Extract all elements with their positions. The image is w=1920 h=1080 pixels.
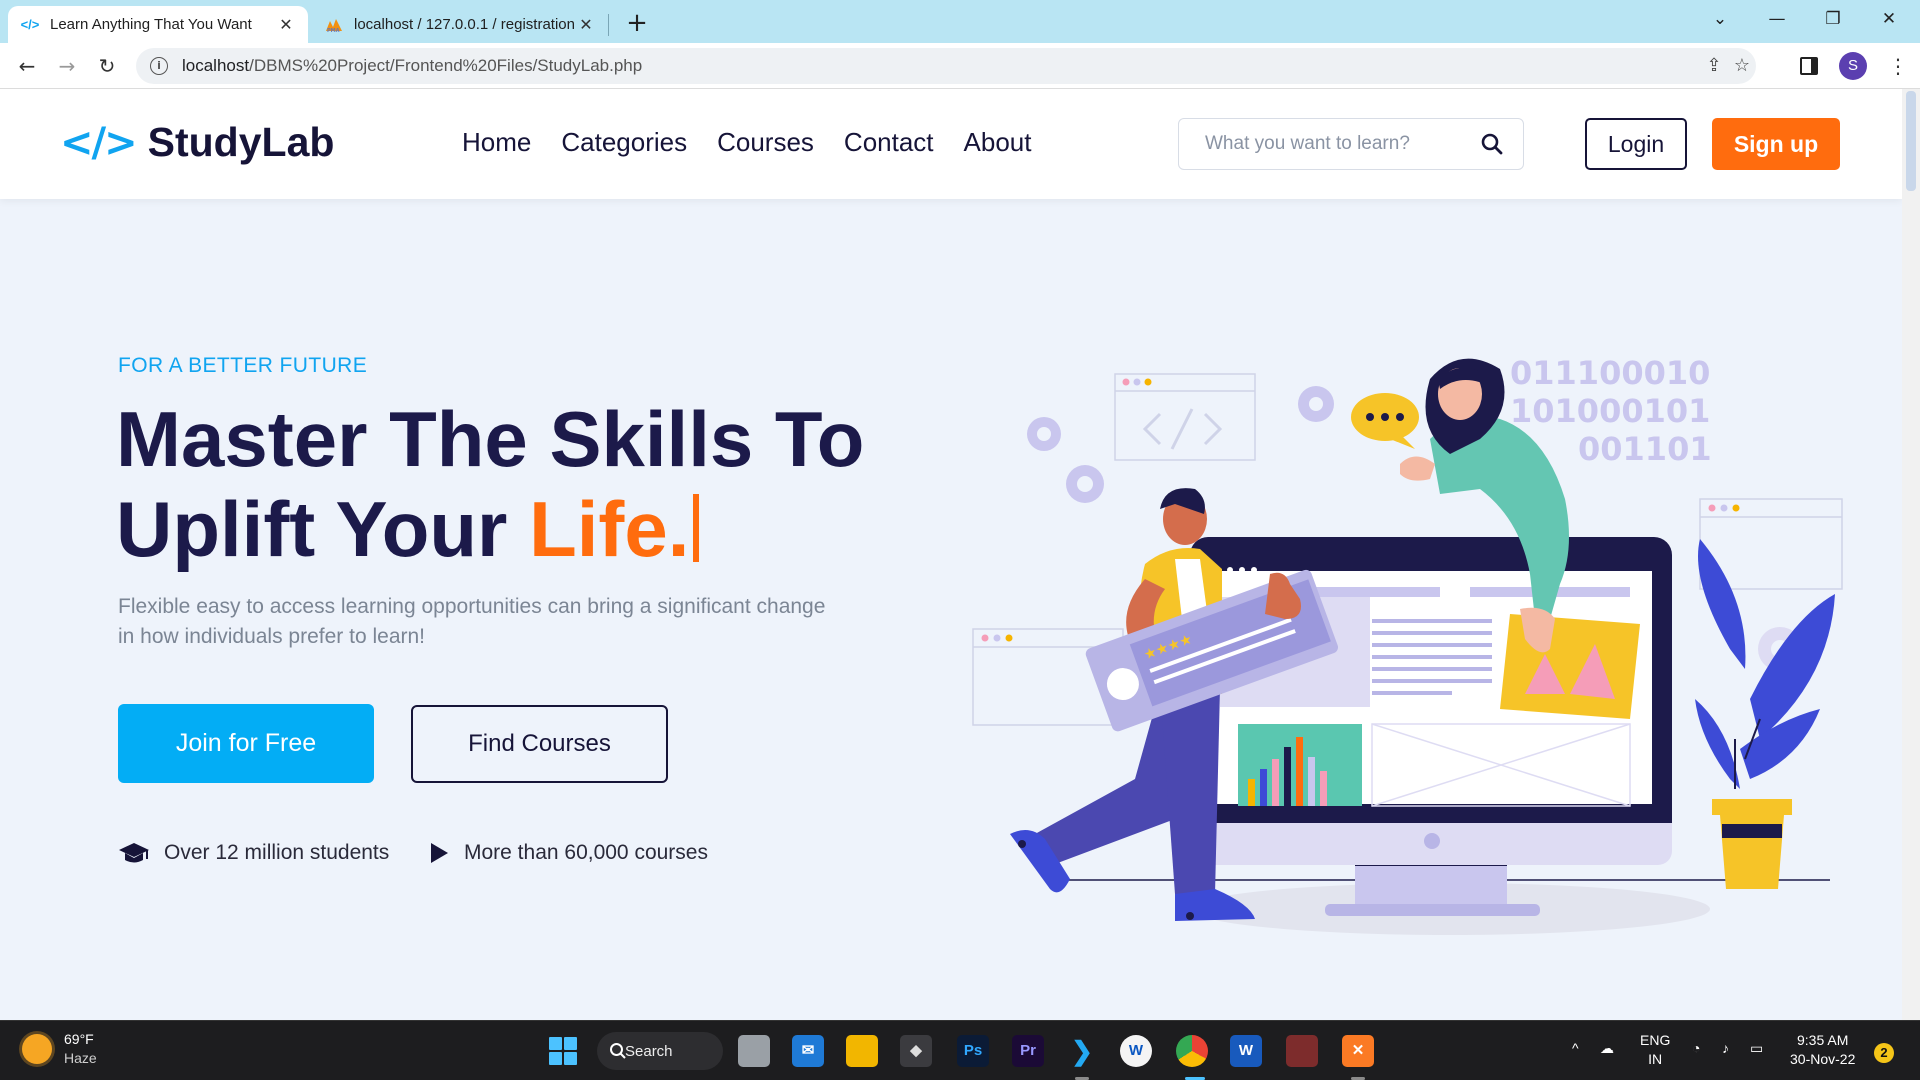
language-indicator[interactable]: ENG IN xyxy=(1640,1031,1670,1069)
site-logo[interactable]: </> StudyLab xyxy=(60,119,334,166)
nav-about[interactable]: About xyxy=(964,127,1032,158)
signup-button[interactable]: Sign up xyxy=(1712,118,1840,170)
browser-menu-icon[interactable]: ⋮ xyxy=(1888,51,1908,81)
find-courses-button[interactable]: Find Courses xyxy=(411,705,668,783)
graduation-cap-icon xyxy=(118,841,150,865)
tab-phpmyadmin[interactable]: PMA localhost / 127.0.0.1 / registration… xyxy=(312,6,608,43)
nav-categories[interactable]: Categories xyxy=(561,127,687,158)
show-hidden-icons[interactable]: ^ xyxy=(1572,1039,1579,1058)
search-input[interactable] xyxy=(1205,119,1465,169)
stat-students: Over 12 million students xyxy=(118,841,389,865)
stat-students-text: Over 12 million students xyxy=(164,841,390,864)
hero-subtext: Flexible easy to access learning opportu… xyxy=(118,595,826,648)
close-tab-icon[interactable]: ✕ xyxy=(576,15,596,35)
browser-tab-strip: </> Learn Anything That You Want ✕ PMA l… xyxy=(0,0,1920,43)
onedrive-cloud-icon[interactable]: ☁ xyxy=(1600,1039,1614,1058)
svg-text:PMA: PMA xyxy=(327,28,340,33)
restore-button[interactable]: ❐ xyxy=(1808,0,1858,40)
close-tab-icon[interactable]: ✕ xyxy=(276,15,296,35)
svg-text:101000101: 101000101 xyxy=(1510,392,1710,430)
close-window-button[interactable]: ✕ xyxy=(1864,0,1914,40)
hero-headline: Master The Skills To Uplift Your Life. xyxy=(116,394,864,574)
page-scrollbar[interactable] xyxy=(1902,89,1920,1020)
code-logo-icon: </> xyxy=(60,119,138,166)
binary-text: 011100010 xyxy=(1510,354,1710,392)
plant-figure xyxy=(1695,539,1835,889)
window-card-top xyxy=(1114,373,1256,461)
profile-avatar[interactable]: S xyxy=(1839,52,1867,80)
photoshop-icon[interactable]: Ps xyxy=(957,1035,989,1067)
forward-button[interactable]: → xyxy=(52,51,82,81)
app-w-icon[interactable]: W xyxy=(1120,1035,1152,1067)
windows-taskbar: 69°F Haze Search ✉ ◆ Ps Pr ❯ W W ✕ ^ ☁ E… xyxy=(0,1020,1920,1080)
unity-icon[interactable]: ◆ xyxy=(900,1035,932,1067)
hero-eyebrow: FOR A BETTER FUTURE xyxy=(118,354,368,377)
back-button[interactable]: ← xyxy=(12,51,42,81)
taskbar-search-label: Search xyxy=(625,1042,673,1060)
tab-studylab[interactable]: </> Learn Anything That You Want ✕ xyxy=(8,6,308,43)
main-nav: Home Categories Courses Contact About xyxy=(462,127,1031,158)
tab-title: Learn Anything That You Want xyxy=(50,16,252,33)
minimize-button[interactable]: — xyxy=(1752,0,1802,40)
nav-contact[interactable]: Contact xyxy=(844,127,934,158)
omnibox[interactable]: i localhost/DBMS%20Project/Frontend%20Fi… xyxy=(136,48,1756,84)
stat-courses: More than 60,000 courses xyxy=(428,841,708,865)
join-free-button[interactable]: Join for Free xyxy=(118,704,374,783)
web-page: </> StudyLab Home Categories Courses Con… xyxy=(0,89,1902,1020)
premiere-icon[interactable]: Pr xyxy=(1012,1035,1044,1067)
reload-button[interactable]: ↻ xyxy=(92,51,122,81)
wifi-icon[interactable]: ◔ xyxy=(1692,1039,1700,1058)
site-search xyxy=(1178,118,1524,170)
site-info-icon[interactable]: i xyxy=(150,57,168,75)
volume-icon[interactable]: ♪ xyxy=(1722,1039,1729,1058)
headline-line-2: Uplift Your Life. xyxy=(116,484,864,574)
shapes-card xyxy=(1500,614,1640,719)
weather-widget[interactable]: 69°F Haze xyxy=(22,1031,97,1066)
game-icon[interactable] xyxy=(1286,1035,1318,1067)
nav-courses[interactable]: Courses xyxy=(717,127,814,158)
scrollbar-thumb[interactable] xyxy=(1906,91,1916,191)
haze-sun-icon xyxy=(22,1033,52,1064)
headline-accent: Life. xyxy=(529,485,690,573)
search-icon[interactable] xyxy=(1479,131,1505,157)
phpmyadmin-icon: PMA xyxy=(324,15,344,35)
url-text[interactable]: localhost/DBMS%20Project/Frontend%20File… xyxy=(182,56,642,76)
side-panel-icon[interactable] xyxy=(1800,57,1818,75)
battery-icon[interactable]: ▭ xyxy=(1750,1039,1763,1058)
address-bar-row: ← → ↻ i localhost/DBMS%20Project/Fronten… xyxy=(0,43,1920,89)
task-view-icon[interactable] xyxy=(738,1035,770,1067)
tab-separator xyxy=(608,14,609,36)
new-tab-button[interactable]: + xyxy=(622,8,652,38)
bookmark-star-icon[interactable]: ☆ xyxy=(1730,54,1754,78)
speech-bubble-icon xyxy=(1351,393,1419,449)
nav-home[interactable]: Home xyxy=(462,127,531,158)
weather-temp: 69°F xyxy=(64,1031,94,1047)
chrome-icon[interactable] xyxy=(1176,1035,1208,1067)
headline-line-1: Master The Skills To xyxy=(116,395,865,483)
share-icon[interactable]: ⇪ xyxy=(1702,54,1726,78)
vscode-icon[interactable]: ❯ xyxy=(1066,1035,1098,1067)
weather-desc: Haze xyxy=(64,1050,97,1066)
word-icon[interactable]: W xyxy=(1230,1035,1262,1067)
stat-courses-text: More than 60,000 courses xyxy=(464,841,708,864)
tab-title: localhost / 127.0.0.1 / registration xyxy=(354,16,575,33)
search-icon xyxy=(610,1043,626,1059)
svg-text:001101: 001101 xyxy=(1578,430,1712,468)
login-button[interactable]: Login xyxy=(1585,118,1687,170)
logo-text: StudyLab xyxy=(147,119,335,165)
taskbar-search[interactable]: Search xyxy=(597,1032,723,1070)
site-header: </> StudyLab Home Categories Courses Con… xyxy=(0,89,1902,199)
xampp-icon[interactable]: ✕ xyxy=(1342,1035,1374,1067)
play-icon xyxy=(428,841,450,865)
code-icon: </> xyxy=(20,17,40,32)
hero-illustration: 011100010 101000101 001101 ★★★★ xyxy=(972,354,1843,935)
notification-badge[interactable]: 2 xyxy=(1874,1043,1894,1063)
clock[interactable]: 9:35 AM 30-Nov-22 xyxy=(1790,1031,1855,1069)
typing-caret xyxy=(693,494,700,562)
mail-icon[interactable]: ✉ xyxy=(792,1035,824,1067)
tab-search-icon[interactable]: ⌄ xyxy=(1695,0,1745,40)
windows-start-icon[interactable] xyxy=(549,1037,577,1065)
file-explorer-icon[interactable] xyxy=(846,1035,878,1067)
